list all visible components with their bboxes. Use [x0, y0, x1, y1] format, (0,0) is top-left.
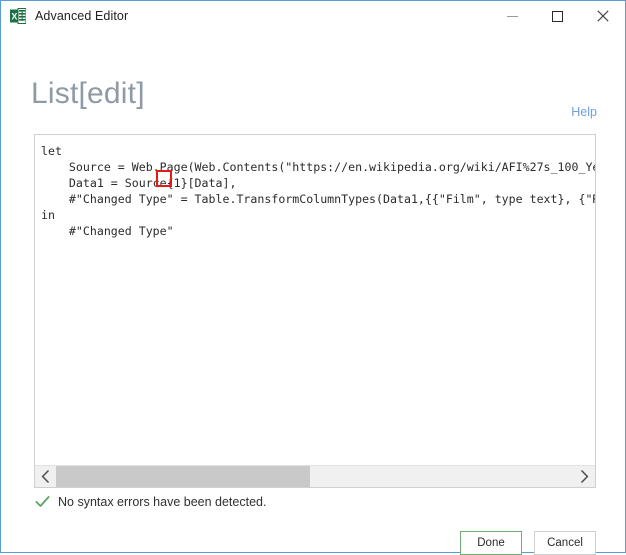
checkmark-icon	[35, 496, 50, 507]
help-link[interactable]: Help	[571, 105, 597, 119]
page-title: List[edit]	[31, 77, 145, 110]
scrollbar-track[interactable]	[56, 466, 574, 487]
window-controls	[490, 1, 625, 31]
dialog-footer: Done Cancel	[460, 531, 596, 555]
svg-text:X: X	[11, 12, 17, 22]
cancel-button[interactable]: Cancel	[534, 531, 596, 555]
chevron-left-icon	[41, 470, 49, 483]
chevron-right-icon	[581, 470, 589, 483]
maximize-icon	[552, 10, 563, 22]
dialog-header: List[edit] Help	[1, 31, 625, 120]
excel-icon: X	[10, 8, 27, 24]
query-code-text[interactable]: let Source = Web.Page(Web.Contents("http…	[35, 135, 595, 239]
minimize-icon	[507, 15, 518, 17]
scroll-right-button[interactable]	[574, 466, 595, 487]
syntax-status: No syntax errors have been detected.	[35, 494, 266, 509]
scrollbar-thumb[interactable]	[56, 466, 310, 487]
close-icon	[596, 10, 609, 22]
minimize-button[interactable]	[490, 1, 535, 31]
horizontal-scrollbar[interactable]	[35, 465, 595, 487]
scroll-left-button[interactable]	[35, 466, 56, 487]
done-button[interactable]: Done	[460, 531, 522, 555]
title-bar: X Advanced Editor	[1, 1, 625, 31]
advanced-editor-window: X Advanced Editor List[edit] Help let So…	[0, 0, 626, 555]
dialog-body: List[edit] Help let Source = Web.Page(We…	[1, 31, 625, 555]
code-editor[interactable]: let Source = Web.Page(Web.Contents("http…	[34, 134, 596, 488]
code-scroll-viewport[interactable]: let Source = Web.Page(Web.Contents("http…	[35, 135, 595, 466]
window-title: Advanced Editor	[35, 9, 129, 23]
close-button[interactable]	[580, 1, 625, 31]
syntax-status-text: No syntax errors have been detected.	[58, 494, 267, 509]
maximize-button[interactable]	[535, 1, 580, 31]
